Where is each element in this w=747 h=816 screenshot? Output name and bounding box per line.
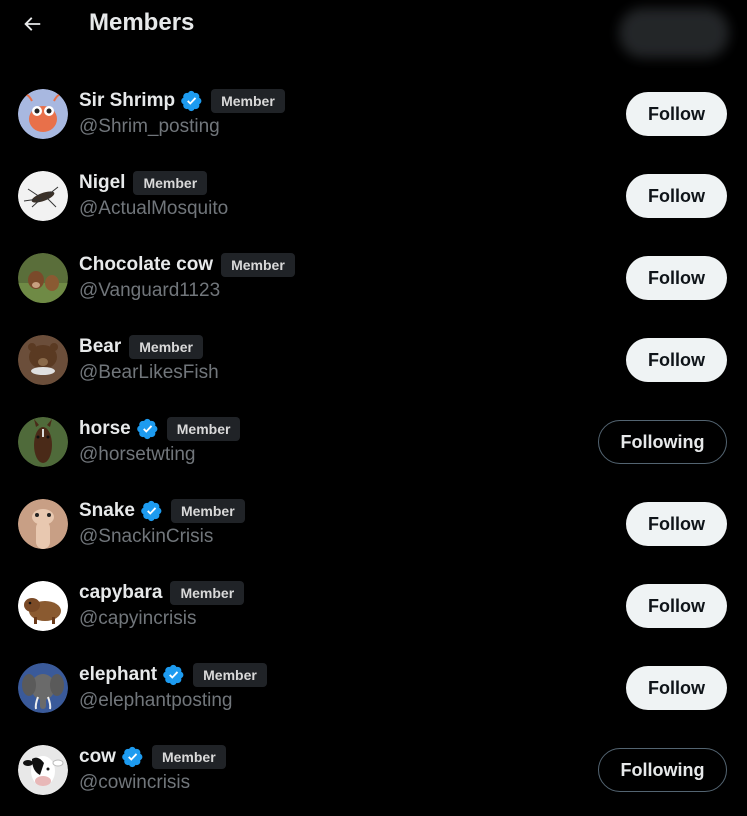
verified-badge-icon xyxy=(141,500,162,522)
member-badge: Member xyxy=(170,581,245,605)
arrow-left-icon xyxy=(24,17,41,31)
member-badge: Member xyxy=(133,171,208,195)
shrimp-avatar-icon xyxy=(18,89,68,139)
member-name-line: Snake Member xyxy=(79,497,245,525)
user-handle[interactable]: @cowincrisis xyxy=(79,772,190,794)
user-handle[interactable]: @capyincrisis xyxy=(79,608,196,630)
display-name[interactable]: Sir Shrimp xyxy=(79,90,175,112)
cow-bw-avatar-icon xyxy=(18,745,68,795)
display-name[interactable]: Chocolate cow xyxy=(79,254,213,276)
user-handle[interactable]: @SnackinCrisis xyxy=(79,526,213,548)
member-row[interactable]: Sir Shrimp Member @Shrim_posting Follow xyxy=(0,78,747,160)
follow-button[interactable]: Follow xyxy=(626,666,727,710)
back-button[interactable] xyxy=(14,6,50,42)
member-row[interactable]: Snake Member @SnackinCrisis Follow xyxy=(0,488,747,570)
follow-button[interactable]: Follow xyxy=(626,338,727,382)
follow-button[interactable]: Follow xyxy=(626,92,727,136)
user-handle[interactable]: @Vanguard1123 xyxy=(79,280,220,302)
follow-button[interactable]: Follow xyxy=(626,174,727,218)
follow-button[interactable]: Follow xyxy=(626,584,727,628)
follow-button[interactable]: Follow xyxy=(626,502,727,546)
elephant-avatar-icon xyxy=(18,663,68,713)
verified-badge-icon xyxy=(136,418,158,440)
member-badge: Member xyxy=(211,89,285,113)
member-badge: Member xyxy=(193,663,267,687)
member-badge: Member xyxy=(166,417,241,441)
member-name-line: elephant Member xyxy=(79,661,267,689)
member-row[interactable]: horse Member @horsetwting Following xyxy=(0,406,747,488)
page-title: Members xyxy=(89,9,195,36)
avatar[interactable] xyxy=(18,335,68,385)
cow-avatar-icon xyxy=(18,253,68,303)
member-row[interactable]: Nigel Member @ActualMosquito Follow xyxy=(0,160,747,242)
avatar[interactable] xyxy=(18,89,68,139)
avatar[interactable] xyxy=(18,499,68,549)
member-badge: Member xyxy=(221,253,295,277)
follow-button[interactable]: Follow xyxy=(626,256,727,300)
capybara-avatar-icon xyxy=(18,581,68,631)
display-name[interactable]: cow xyxy=(79,746,116,768)
member-name-line: Chocolate cow Member xyxy=(79,251,295,279)
verified-badge-icon xyxy=(163,664,184,686)
avatar[interactable] xyxy=(18,581,68,631)
member-name-line: capybara Member xyxy=(79,579,245,607)
user-handle[interactable]: @BearLikesFish xyxy=(79,362,219,384)
user-handle[interactable]: @elephantposting xyxy=(79,690,232,712)
member-row[interactable]: capybara Member @capyincrisis Follow xyxy=(0,570,747,652)
member-name-line: Bear Member xyxy=(79,333,203,361)
display-name[interactable]: Nigel xyxy=(79,172,125,194)
horse-avatar-icon xyxy=(18,417,68,467)
user-handle[interactable]: @Shrim_posting xyxy=(79,116,220,138)
blurred-button-ghost xyxy=(619,8,729,58)
member-badge: Member xyxy=(170,499,245,523)
avatar[interactable] xyxy=(18,171,68,221)
display-name[interactable]: horse xyxy=(79,418,131,440)
member-badge: Member xyxy=(151,745,226,769)
avatar[interactable] xyxy=(18,253,68,303)
avatar[interactable] xyxy=(18,745,68,795)
member-name-line: Nigel Member xyxy=(79,169,208,197)
verified-badge-icon xyxy=(122,746,143,768)
member-row[interactable]: elephant Member @elephantposting Follow xyxy=(0,652,747,734)
member-name-line: cow Member xyxy=(79,743,226,771)
member-badge: Member xyxy=(129,335,203,359)
member-row[interactable]: cow Member @cowincrisis Following xyxy=(0,734,747,816)
display-name[interactable]: Snake xyxy=(79,500,135,522)
mosquito-avatar-icon xyxy=(18,171,68,221)
snake-avatar-icon xyxy=(18,499,68,549)
member-row[interactable]: Bear Member @BearLikesFish Follow xyxy=(0,324,747,406)
member-row[interactable]: Chocolate cow Member @Vanguard1123 Follow xyxy=(0,242,747,324)
avatar[interactable] xyxy=(18,417,68,467)
member-name-line: Sir Shrimp Member xyxy=(79,87,285,115)
avatar[interactable] xyxy=(18,663,68,713)
user-handle[interactable]: @ActualMosquito xyxy=(79,198,228,220)
bear-avatar-icon xyxy=(18,335,68,385)
following-button[interactable]: Following xyxy=(598,748,727,792)
verified-badge-icon xyxy=(181,90,202,112)
display-name[interactable]: Bear xyxy=(79,336,121,358)
user-handle[interactable]: @horsetwting xyxy=(79,444,195,466)
display-name[interactable]: elephant xyxy=(79,664,157,686)
page-header: Members xyxy=(0,0,747,58)
following-button[interactable]: Following xyxy=(598,420,727,464)
display-name[interactable]: capybara xyxy=(79,582,162,604)
member-name-line: horse Member xyxy=(79,415,241,443)
